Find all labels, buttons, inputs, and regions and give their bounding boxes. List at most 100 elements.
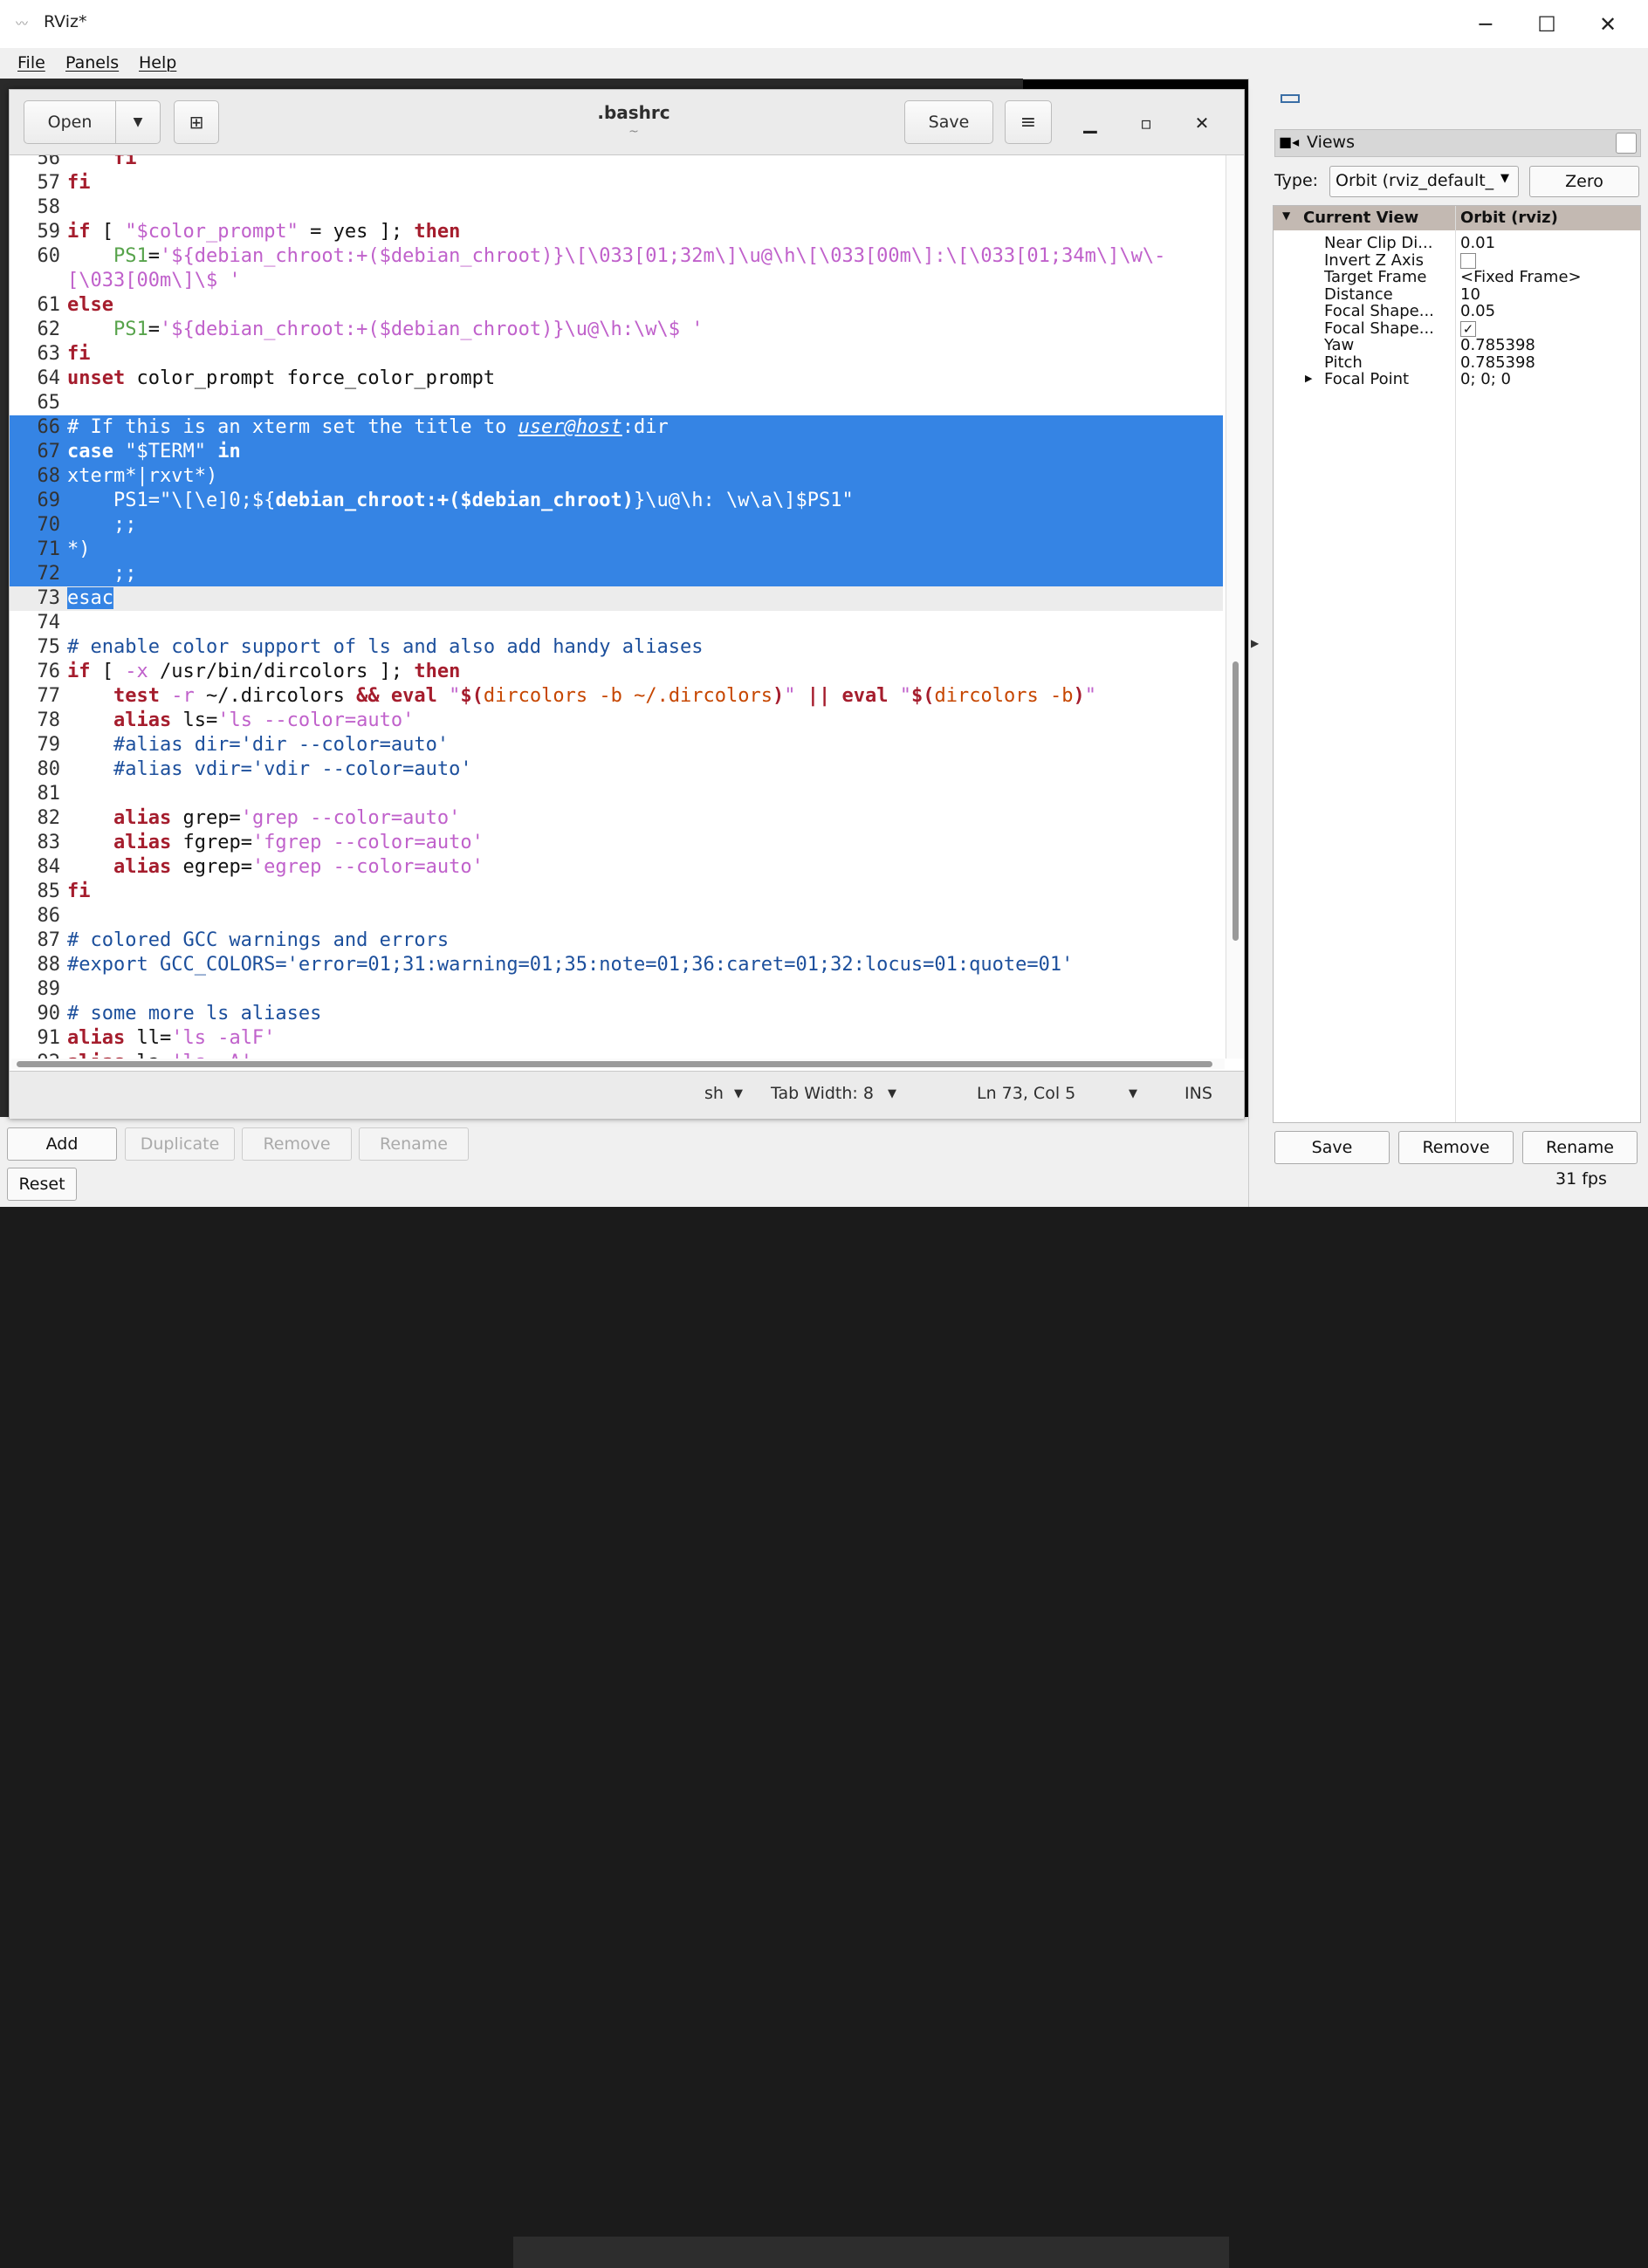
code-line[interactable]: 73 esac xyxy=(10,586,1223,611)
code-token: ) xyxy=(1073,685,1085,707)
property-row[interactable]: ▶ Focal Point 0; 0; 0 xyxy=(1274,370,1640,391)
reset-button[interactable]: Reset xyxy=(7,1168,77,1201)
code-line[interactable]: 60 PS1='${debian_chroot:+($debian_chroot… xyxy=(10,244,1223,269)
remove-button[interactable]: Remove xyxy=(242,1127,352,1161)
code-line[interactable]: 71 *) xyxy=(10,538,1223,562)
code-line[interactable]: 76 if [ -x /usr/bin/dircolors ]; then xyxy=(10,660,1223,684)
zero-button[interactable]: Zero xyxy=(1529,166,1639,197)
horizontal-scrollbar[interactable] xyxy=(11,1059,1225,1069)
line-text: #alias vdir='vdir --color=auto' xyxy=(67,758,472,780)
property-checkbox[interactable]: ✓ xyxy=(1460,320,1476,337)
code-line[interactable]: 58 xyxy=(10,195,1223,220)
view-type-select[interactable]: Orbit (rviz_default_ ▼ xyxy=(1329,166,1519,197)
code-line[interactable]: 57 fi xyxy=(10,171,1223,195)
property-value[interactable]: 10 xyxy=(1460,285,1480,304)
close-button[interactable]: ✕ xyxy=(1589,7,1627,42)
code-line[interactable]: 82 alias grep='grep --color=auto' xyxy=(10,806,1223,831)
code-line[interactable]: 84 alias egrep='egrep --color=auto' xyxy=(10,855,1223,880)
views-rename-button[interactable]: Rename xyxy=(1522,1131,1638,1164)
code-line[interactable]: 86 xyxy=(10,904,1223,928)
views-remove-button[interactable]: Remove xyxy=(1398,1131,1514,1164)
code-line[interactable]: 63 fi xyxy=(10,342,1223,367)
code-line[interactable]: 66 # If this is an xterm set the title to… xyxy=(10,415,1223,440)
code-line[interactable]: 89 xyxy=(10,977,1223,1002)
property-value[interactable]: 0.01 xyxy=(1460,234,1495,252)
views-save-button[interactable]: Save xyxy=(1274,1131,1390,1164)
code-line[interactable]: 56 fi xyxy=(10,155,1223,171)
code-line[interactable]: 77 test -r ~/.dircolors && eval "$(dirco… xyxy=(10,684,1223,709)
code-line[interactable]: 74 xyxy=(10,611,1223,635)
code-line[interactable]: 79 #alias dir='dir --color=auto' xyxy=(10,733,1223,757)
minimize-button[interactable]: ─ xyxy=(1466,7,1505,42)
new-tab-button[interactable]: ⊞ xyxy=(174,100,219,144)
code-token: -r xyxy=(171,685,195,707)
property-value[interactable]: 0; 0; 0 xyxy=(1460,370,1511,388)
code-line[interactable]: 67 case "$TERM" in xyxy=(10,440,1223,464)
view-properties-tree: ▼ Current View Orbit (rviz) Near Clip Di… xyxy=(1273,205,1641,1123)
code-line[interactable]: 75 # enable color support of ls and also … xyxy=(10,635,1223,660)
property-checkbox[interactable] xyxy=(1460,252,1476,269)
cursor-position[interactable]: Ln 73, Col 5 xyxy=(977,1084,1075,1103)
menu-help[interactable]: Help xyxy=(139,53,176,72)
code-line[interactable]: 88 #export GCC_COLORS='error=01;31:warnin… xyxy=(10,953,1223,977)
menu-panels[interactable]: Panels xyxy=(65,53,119,72)
code-line[interactable]: 87 # colored GCC warnings and errors xyxy=(10,928,1223,953)
code-line[interactable]: 92alias la='ls -A' xyxy=(10,1051,1223,1059)
open-button[interactable]: Open xyxy=(24,100,116,144)
code-line[interactable]: 78 alias ls='ls --color=auto' xyxy=(10,709,1223,733)
property-value[interactable]: <Fixed Frame> xyxy=(1460,268,1582,286)
gedit-close-button[interactable]: ✕ xyxy=(1186,107,1218,139)
code-line[interactable]: 91 alias ll='ls -alF' xyxy=(10,1026,1223,1051)
maximize-button[interactable]: ☐ xyxy=(1528,7,1566,42)
code-line[interactable]: 69 PS1="\[\e]0;${debian_chroot:+($debian… xyxy=(10,489,1223,513)
code-line[interactable]: 70 ;; xyxy=(10,513,1223,538)
expand-arrow-icon[interactable]: ▶ xyxy=(1305,373,1312,384)
horizontal-scroll-thumb[interactable] xyxy=(17,1061,1212,1067)
code-view[interactable]: 56 fi 57 fi 58 59 if [ "$color_prompt" = yes … xyxy=(10,155,1223,1059)
code-line[interactable]: 68 xterm*|rxvt*) xyxy=(10,464,1223,489)
property-value[interactable]: 0.785398 xyxy=(1460,336,1535,354)
code-line[interactable]: 65 xyxy=(10,391,1223,415)
property-value[interactable]: 0.785398 xyxy=(1460,353,1535,372)
code-line[interactable]: 64 unset color_prompt force_color_prompt xyxy=(10,367,1223,391)
gedit-minimize-button[interactable]: ▁ xyxy=(1075,107,1106,139)
line-number: 67 xyxy=(37,441,61,463)
code-line[interactable]: [\033[00m\]\$ ' xyxy=(10,269,1223,293)
code-line[interactable]: 80 #alias vdir='vdir --color=auto' xyxy=(10,757,1223,782)
code-line[interactable]: 85 fi xyxy=(10,880,1223,904)
hamburger-menu-button[interactable]: ≡ xyxy=(1005,100,1052,144)
open-menu-button[interactable]: ▼ xyxy=(115,100,161,144)
code-line[interactable]: 61 else xyxy=(10,293,1223,318)
line-text: test -r ~/.dircolors && eval "$(dircolor… xyxy=(67,685,1096,707)
code-line[interactable]: 90 # some more ls aliases xyxy=(10,1002,1223,1026)
code-line[interactable]: 62 PS1='${debian_chroot:+($debian_chroot… xyxy=(10,318,1223,342)
code-line[interactable]: 72 ;; xyxy=(10,562,1223,586)
code-token: *) xyxy=(67,538,91,560)
code-line[interactable]: 83 alias fgrep='fgrep --color=auto' xyxy=(10,831,1223,855)
vertical-scrollbar[interactable] xyxy=(1226,155,1244,1059)
code-token: #export GCC_COLORS='error=01;31:warning=… xyxy=(67,954,1074,976)
property-name: Invert Z Axis xyxy=(1324,250,1425,270)
rename-button[interactable]: Rename xyxy=(359,1127,469,1161)
splitter-arrow-icon[interactable]: ▶ xyxy=(1251,637,1265,649)
line-text: # If this is an xterm set the title to u… xyxy=(67,416,669,438)
gedit-maximize-button[interactable]: ▫ xyxy=(1130,107,1162,139)
code-line[interactable]: 81 xyxy=(10,782,1223,806)
line-number: 66 xyxy=(37,416,61,438)
save-button[interactable]: Save xyxy=(904,100,993,144)
language-selector[interactable]: sh xyxy=(704,1084,724,1103)
add-button[interactable]: Add xyxy=(7,1127,117,1161)
tab-width-selector[interactable]: Tab Width: 8 xyxy=(771,1084,874,1103)
code-line[interactable]: 59 if [ "$color_prompt" = yes ]; then xyxy=(10,220,1223,244)
vertical-scroll-thumb[interactable] xyxy=(1233,661,1239,941)
duplicate-button[interactable]: Duplicate xyxy=(125,1127,235,1161)
line-number: 57 xyxy=(37,172,61,194)
property-value[interactable]: 0.05 xyxy=(1460,302,1495,320)
code-token: "$TERM" xyxy=(113,441,218,463)
views-undock-checkbox[interactable] xyxy=(1616,133,1637,154)
collapse-icon[interactable]: ▼ xyxy=(1282,209,1290,222)
menu-file[interactable]: File xyxy=(17,53,45,72)
